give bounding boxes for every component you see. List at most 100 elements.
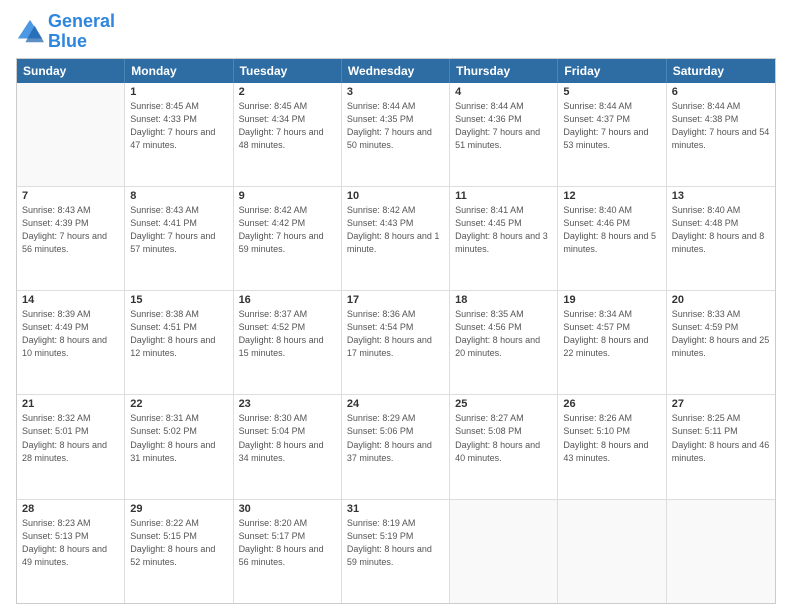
calendar-cell: 8 Sunrise: 8:43 AMSunset: 4:41 PMDaylight…	[125, 187, 233, 290]
cell-info: Sunrise: 8:33 AMSunset: 4:59 PMDaylight:…	[672, 308, 770, 360]
calendar-cell: 15 Sunrise: 8:38 AMSunset: 4:51 PMDayligh…	[125, 291, 233, 394]
cell-date-number: 6	[672, 86, 770, 98]
cell-info: Sunrise: 8:40 AMSunset: 4:48 PMDaylight:…	[672, 204, 770, 256]
cell-date-number: 20	[672, 294, 770, 306]
calendar-cell: 12 Sunrise: 8:40 AMSunset: 4:46 PMDayligh…	[558, 187, 666, 290]
calendar-row: 14Sunrise: 8:39 AMSunset: 4:49 PMDayligh…	[17, 291, 775, 395]
calendar-cell: 5Sunrise: 8:44 AMSunset: 4:37 PMDaylight…	[558, 83, 666, 186]
cell-date-number: 2	[239, 86, 336, 98]
calendar-header: SundayMondayTuesdayWednesdayThursdayFrid…	[17, 59, 775, 83]
cal-header-day: Sunday	[17, 59, 125, 83]
cell-info: Sunrise: 8:35 AMSunset: 4:56 PMDaylight:…	[455, 308, 552, 360]
cell-date-number: 24	[347, 398, 444, 410]
cell-date-number: 21	[22, 398, 119, 410]
cell-info: Sunrise: 8:38 AMSunset: 4:51 PMDaylight:…	[130, 308, 227, 360]
calendar-cell: 1 Sunrise: 8:45 AMSunset: 4:33 PMDaylight…	[125, 83, 233, 186]
cell-date-number: 12	[563, 190, 660, 202]
calendar-cell: 23 Sunrise: 8:30 AMSunset: 5:04 PMDayligh…	[234, 395, 342, 498]
cell-date-number: 4	[455, 86, 552, 98]
calendar-cell: 9Sunrise: 8:42 AMSunset: 4:42 PMDaylight…	[234, 187, 342, 290]
cell-date-number: 15	[130, 294, 227, 306]
calendar-cell: 16 Sunrise: 8:37 AMSunset: 4:52 PMDayligh…	[234, 291, 342, 394]
calendar-cell	[17, 83, 125, 186]
cell-date-number: 10	[347, 190, 444, 202]
cell-date-number: 7	[22, 190, 119, 202]
calendar-cell: 31 Sunrise: 8:19 AMSunset: 5:19 PMDayligh…	[342, 500, 450, 603]
calendar-cell: 24 Sunrise: 8:29 AMSunset: 5:06 PMDayligh…	[342, 395, 450, 498]
cell-info: Sunrise: 8:44 AMSunset: 4:35 PMDaylight:…	[347, 100, 444, 152]
cell-date-number: 8	[130, 190, 227, 202]
cell-date-number: 30	[239, 503, 336, 515]
calendar-cell: 13 Sunrise: 8:40 AMSunset: 4:48 PMDayligh…	[667, 187, 775, 290]
cell-info: Sunrise: 8:23 AMSunset: 5:13 PMDaylight:…	[22, 517, 119, 569]
cell-date-number: 29	[130, 503, 227, 515]
calendar-cell: 28 Sunrise: 8:23 AMSunset: 5:13 PMDayligh…	[17, 500, 125, 603]
calendar-cell: 27Sunrise: 8:25 AMSunset: 5:11 PMDayligh…	[667, 395, 775, 498]
cell-info: Sunrise: 8:45 AMSunset: 4:33 PMDaylight:…	[130, 100, 227, 152]
calendar-cell	[450, 500, 558, 603]
logo-text: General Blue	[48, 12, 115, 52]
cell-date-number: 25	[455, 398, 552, 410]
cell-info: Sunrise: 8:43 AMSunset: 4:41 PMDaylight:…	[130, 204, 227, 256]
cell-date-number: 18	[455, 294, 552, 306]
calendar-cell: 26 Sunrise: 8:26 AMSunset: 5:10 PMDayligh…	[558, 395, 666, 498]
calendar-cell: 7 Sunrise: 8:43 AMSunset: 4:39 PMDaylight…	[17, 187, 125, 290]
cell-date-number: 19	[563, 294, 660, 306]
cell-info: Sunrise: 8:20 AMSunset: 5:17 PMDaylight:…	[239, 517, 336, 569]
cell-date-number: 27	[672, 398, 770, 410]
calendar: SundayMondayTuesdayWednesdayThursdayFrid…	[16, 58, 776, 604]
cell-date-number: 9	[239, 190, 336, 202]
calendar-cell: 17 Sunrise: 8:36 AMSunset: 4:54 PMDayligh…	[342, 291, 450, 394]
cell-date-number: 28	[22, 503, 119, 515]
page: General Blue SundayMondayTuesdayWednesda…	[0, 0, 792, 612]
cell-info: Sunrise: 8:19 AMSunset: 5:19 PMDaylight:…	[347, 517, 444, 569]
cal-header-day: Thursday	[450, 59, 558, 83]
cell-date-number: 16	[239, 294, 336, 306]
calendar-cell: 29Sunrise: 8:22 AMSunset: 5:15 PMDayligh…	[125, 500, 233, 603]
cell-info: Sunrise: 8:45 AMSunset: 4:34 PMDaylight:…	[239, 100, 336, 152]
cell-info: Sunrise: 8:31 AMSunset: 5:02 PMDaylight:…	[130, 412, 227, 464]
cell-info: Sunrise: 8:44 AMSunset: 4:36 PMDaylight:…	[455, 100, 552, 152]
cell-info: Sunrise: 8:42 AMSunset: 4:43 PMDaylight:…	[347, 204, 444, 256]
cell-info: Sunrise: 8:34 AMSunset: 4:57 PMDaylight:…	[563, 308, 660, 360]
logo-icon	[16, 18, 44, 46]
calendar-cell: 20 Sunrise: 8:33 AMSunset: 4:59 PMDayligh…	[667, 291, 775, 394]
cal-header-day: Monday	[125, 59, 233, 83]
cell-date-number: 5	[563, 86, 660, 98]
cell-info: Sunrise: 8:37 AMSunset: 4:52 PMDaylight:…	[239, 308, 336, 360]
calendar-cell: 19 Sunrise: 8:34 AMSunset: 4:57 PMDayligh…	[558, 291, 666, 394]
calendar-row: 1 Sunrise: 8:45 AMSunset: 4:33 PMDaylight…	[17, 83, 775, 187]
calendar-cell	[667, 500, 775, 603]
cell-date-number: 11	[455, 190, 552, 202]
calendar-cell: 11 Sunrise: 8:41 AMSunset: 4:45 PMDayligh…	[450, 187, 558, 290]
calendar-row: 7 Sunrise: 8:43 AMSunset: 4:39 PMDaylight…	[17, 187, 775, 291]
calendar-row: 21 Sunrise: 8:32 AMSunset: 5:01 PMDayligh…	[17, 395, 775, 499]
cell-info: Sunrise: 8:44 AMSunset: 4:38 PMDaylight:…	[672, 100, 770, 152]
calendar-cell: 6 Sunrise: 8:44 AMSunset: 4:38 PMDaylight…	[667, 83, 775, 186]
cell-info: Sunrise: 8:43 AMSunset: 4:39 PMDaylight:…	[22, 204, 119, 256]
calendar-cell: 4 Sunrise: 8:44 AMSunset: 4:36 PMDaylight…	[450, 83, 558, 186]
cell-info: Sunrise: 8:26 AMSunset: 5:10 PMDaylight:…	[563, 412, 660, 464]
cell-date-number: 22	[130, 398, 227, 410]
calendar-cell: 2 Sunrise: 8:45 AMSunset: 4:34 PMDaylight…	[234, 83, 342, 186]
cell-date-number: 3	[347, 86, 444, 98]
cell-info: Sunrise: 8:40 AMSunset: 4:46 PMDaylight:…	[563, 204, 660, 256]
cell-date-number: 31	[347, 503, 444, 515]
cal-header-day: Saturday	[667, 59, 775, 83]
cell-info: Sunrise: 8:36 AMSunset: 4:54 PMDaylight:…	[347, 308, 444, 360]
cell-date-number: 13	[672, 190, 770, 202]
cell-date-number: 26	[563, 398, 660, 410]
calendar-cell: 14Sunrise: 8:39 AMSunset: 4:49 PMDayligh…	[17, 291, 125, 394]
cell-date-number: 23	[239, 398, 336, 410]
cell-info: Sunrise: 8:41 AMSunset: 4:45 PMDaylight:…	[455, 204, 552, 256]
calendar-cell: 21 Sunrise: 8:32 AMSunset: 5:01 PMDayligh…	[17, 395, 125, 498]
calendar-cell: 22 Sunrise: 8:31 AMSunset: 5:02 PMDayligh…	[125, 395, 233, 498]
cell-info: Sunrise: 8:29 AMSunset: 5:06 PMDaylight:…	[347, 412, 444, 464]
cell-date-number: 1	[130, 86, 227, 98]
cell-date-number: 14	[22, 294, 119, 306]
calendar-row: 28 Sunrise: 8:23 AMSunset: 5:13 PMDayligh…	[17, 500, 775, 603]
cell-info: Sunrise: 8:30 AMSunset: 5:04 PMDaylight:…	[239, 412, 336, 464]
cell-info: Sunrise: 8:32 AMSunset: 5:01 PMDaylight:…	[22, 412, 119, 464]
calendar-cell: 30 Sunrise: 8:20 AMSunset: 5:17 PMDayligh…	[234, 500, 342, 603]
cell-date-number: 17	[347, 294, 444, 306]
